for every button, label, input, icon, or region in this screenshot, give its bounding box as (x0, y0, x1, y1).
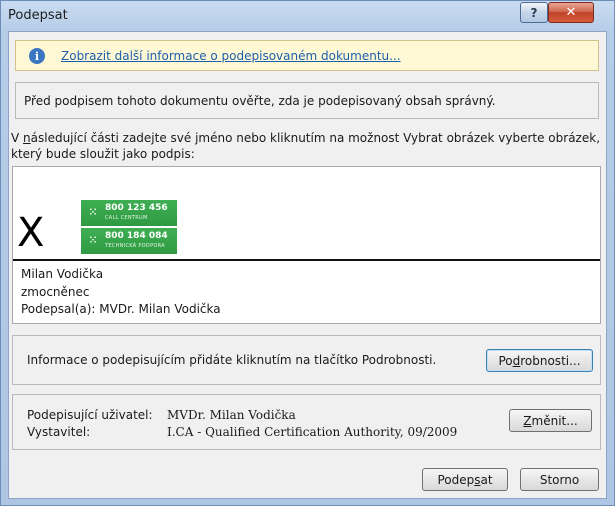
verify-panel: Před podpisem tohoto dokumentu ověřte, z… (15, 82, 599, 119)
signature-instructions: V následující části zadejte své jméno ne… (11, 130, 601, 162)
certificate-info: Podepisující uživatel: MVDr. Milan Vodič… (27, 408, 497, 439)
signer-info: Milan Vodička zmocněnec Podepsal(a): MVD… (21, 266, 221, 319)
close-icon: ✕ (565, 5, 577, 20)
question-icon: ? (530, 5, 538, 20)
signature-line (13, 259, 600, 261)
info-icon-glyph: i (34, 49, 40, 63)
instructions-accelerator: n (23, 131, 31, 145)
instructions-rest: ásledující části zadejte své jméno nebo … (11, 131, 601, 161)
issuer-label: Vystavitel: (27, 425, 91, 439)
signature-x-mark: X (17, 210, 45, 256)
support-number: 800 184 084 (105, 231, 168, 241)
certificate-panel: Podepisující uživatel: MVDr. Milan Vodič… (12, 394, 601, 450)
change-button[interactable]: Změnit... (509, 409, 592, 432)
signer-label: Podepisující uživatel: (27, 408, 153, 422)
details-button[interactable]: Po d robnosti... (486, 349, 593, 372)
sign-dialog-window: Podepsat ? ✕ i Zobrazit další informace … (0, 0, 615, 506)
details-button-label-post: robnosti... (520, 353, 581, 368)
dialog-body: i Zobrazit další informace o podepisovan… (8, 31, 607, 499)
window-title: Podepsat (8, 8, 68, 23)
call-centre-caption: CALL CENTRUM (105, 215, 148, 221)
signature-image-top-strip: ⁙ 800 123 456 CALL CENTRUM (81, 200, 177, 226)
info-icon: i (29, 48, 45, 64)
signer-role: zmocněnec (21, 284, 90, 299)
close-button[interactable]: ✕ (548, 2, 594, 23)
phone-keypad-icon: ⁙ (88, 207, 98, 218)
details-button-label-pre: Po (498, 353, 513, 368)
cancel-button[interactable]: Storno (520, 468, 599, 491)
signer-value: MVDr. Milan Vodička (167, 408, 296, 422)
change-button-accelerator: Z (523, 413, 532, 428)
support-caption: TECHNICKÁ PODPORA (105, 243, 165, 249)
signature-image[interactable]: ⁙ 800 123 456 CALL CENTRUM ⁙ 800 184 084… (81, 200, 177, 256)
signer-name: Milan Vodička (21, 267, 104, 281)
sign-button[interactable]: Podep s at (422, 468, 508, 491)
details-text: Informace o podepisujícím přidáte kliknu… (27, 353, 437, 367)
details-button-accelerator: d (512, 353, 521, 368)
info-bar: i Zobrazit další informace o podepisovan… (15, 40, 599, 71)
change-button-label: měnit... (531, 413, 578, 428)
phone-keypad-icon: ⁙ (88, 235, 98, 246)
verify-text: Před podpisem tohoto dokumentu ověřte, z… (24, 94, 496, 108)
signed-by: Podepsal(a): MVDr. Milan Vodička (21, 302, 221, 316)
call-centre-number: 800 123 456 (105, 203, 168, 213)
more-info-link[interactable]: Zobrazit další informace o podepisovaném… (61, 49, 401, 63)
sign-button-label-pre: Podep (437, 472, 475, 487)
signature-box[interactable]: X ⁙ 800 123 456 CALL CENTRUM ⁙ 800 184 0… (12, 166, 601, 324)
sign-button-label-post: at (480, 472, 493, 487)
instructions-prefix: V (11, 131, 24, 145)
signature-image-bottom-strip: ⁙ 800 184 084 TECHNICKÁ PODPORA (81, 228, 177, 254)
title-bar[interactable]: Podepsat ? ✕ (1, 1, 614, 31)
issuer-value: I.CA - Qualified Certification Authority… (167, 425, 458, 439)
help-button[interactable]: ? (520, 2, 548, 23)
details-panel: Informace o podepisujícím přidáte kliknu… (12, 335, 601, 385)
